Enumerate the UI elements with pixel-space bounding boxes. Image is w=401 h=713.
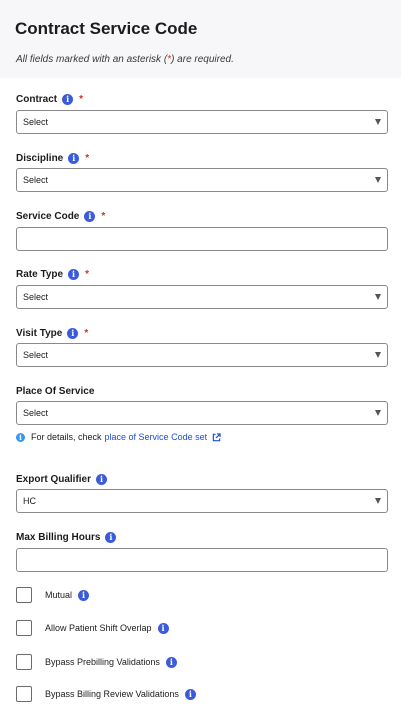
mutual-checkbox-row[interactable]: Mutual i — [16, 587, 90, 603]
info-icon[interactable]: i — [105, 532, 117, 543]
info-icon: i — [16, 432, 25, 442]
chevron-down-icon — [375, 119, 381, 125]
required-asterisk: * — [85, 153, 90, 164]
export-qualifier-label: Export Qualifier i — [16, 474, 108, 485]
page-title: Contract Service Code — [15, 19, 198, 38]
place-of-service-link[interactable]: place of Service Code set — [105, 432, 208, 442]
max-billing-hours-label: Max Billing Hours i — [16, 532, 117, 543]
chevron-down-icon — [375, 498, 381, 504]
info-icon[interactable]: i — [157, 622, 169, 634]
bypass-billing-review-checkbox-row[interactable]: Bypass Billing Review Validations i — [16, 686, 196, 702]
place-of-service-label: Place Of Service — [16, 386, 95, 397]
info-icon[interactable]: i — [184, 688, 196, 700]
allow-overlap-checkbox-row[interactable]: Allow Patient Shift Overlap i — [16, 620, 169, 636]
allow-overlap-checkbox[interactable] — [16, 620, 32, 636]
visit-type-select[interactable]: Select — [16, 343, 388, 367]
export-qualifier-select[interactable]: HC — [16, 489, 388, 513]
form-header: Contract Service Code All fields marked … — [0, 0, 401, 78]
chevron-down-icon — [375, 410, 381, 416]
chevron-down-icon — [375, 352, 381, 358]
info-icon[interactable]: i — [78, 589, 90, 601]
bypass-billing-review-checkbox[interactable] — [16, 686, 32, 702]
rate-type-label: Rate Type i * — [16, 269, 89, 280]
required-asterisk: * — [101, 211, 106, 222]
required-asterisk: * — [79, 94, 84, 105]
mutual-checkbox[interactable] — [16, 587, 32, 603]
contract-label: Contract i * — [16, 94, 84, 105]
bypass-prebilling-checkbox-row[interactable]: Bypass Prebilling Validations i — [16, 654, 177, 670]
place-of-service-select[interactable]: Select — [16, 401, 388, 425]
visit-type-label: Visit Type i * — [16, 328, 89, 339]
place-of-service-hint: i For details, check place of Service Co… — [16, 432, 221, 442]
rate-type-select[interactable]: Select — [16, 285, 388, 309]
info-icon[interactable]: i — [84, 211, 96, 222]
max-billing-hours-input[interactable] — [16, 548, 388, 572]
required-note: All fields marked with an asterisk (*) a… — [16, 54, 234, 65]
service-code-input[interactable] — [16, 227, 388, 251]
required-asterisk: * — [84, 328, 89, 339]
info-icon[interactable]: i — [165, 656, 177, 668]
service-code-label: Service Code i * — [16, 211, 106, 222]
external-link-icon[interactable] — [212, 432, 221, 442]
bypass-prebilling-checkbox[interactable] — [16, 654, 32, 670]
info-icon[interactable]: i — [96, 474, 108, 485]
contract-select[interactable]: Select — [16, 110, 388, 134]
chevron-down-icon — [375, 177, 381, 183]
info-icon[interactable]: i — [62, 94, 74, 105]
info-icon[interactable]: i — [68, 269, 80, 280]
info-icon[interactable]: i — [68, 153, 80, 164]
discipline-select[interactable]: Select — [16, 168, 388, 192]
info-icon[interactable]: i — [67, 328, 79, 339]
discipline-label: Discipline i * — [16, 153, 90, 164]
required-asterisk: * — [85, 269, 89, 280]
chevron-down-icon — [375, 294, 381, 300]
